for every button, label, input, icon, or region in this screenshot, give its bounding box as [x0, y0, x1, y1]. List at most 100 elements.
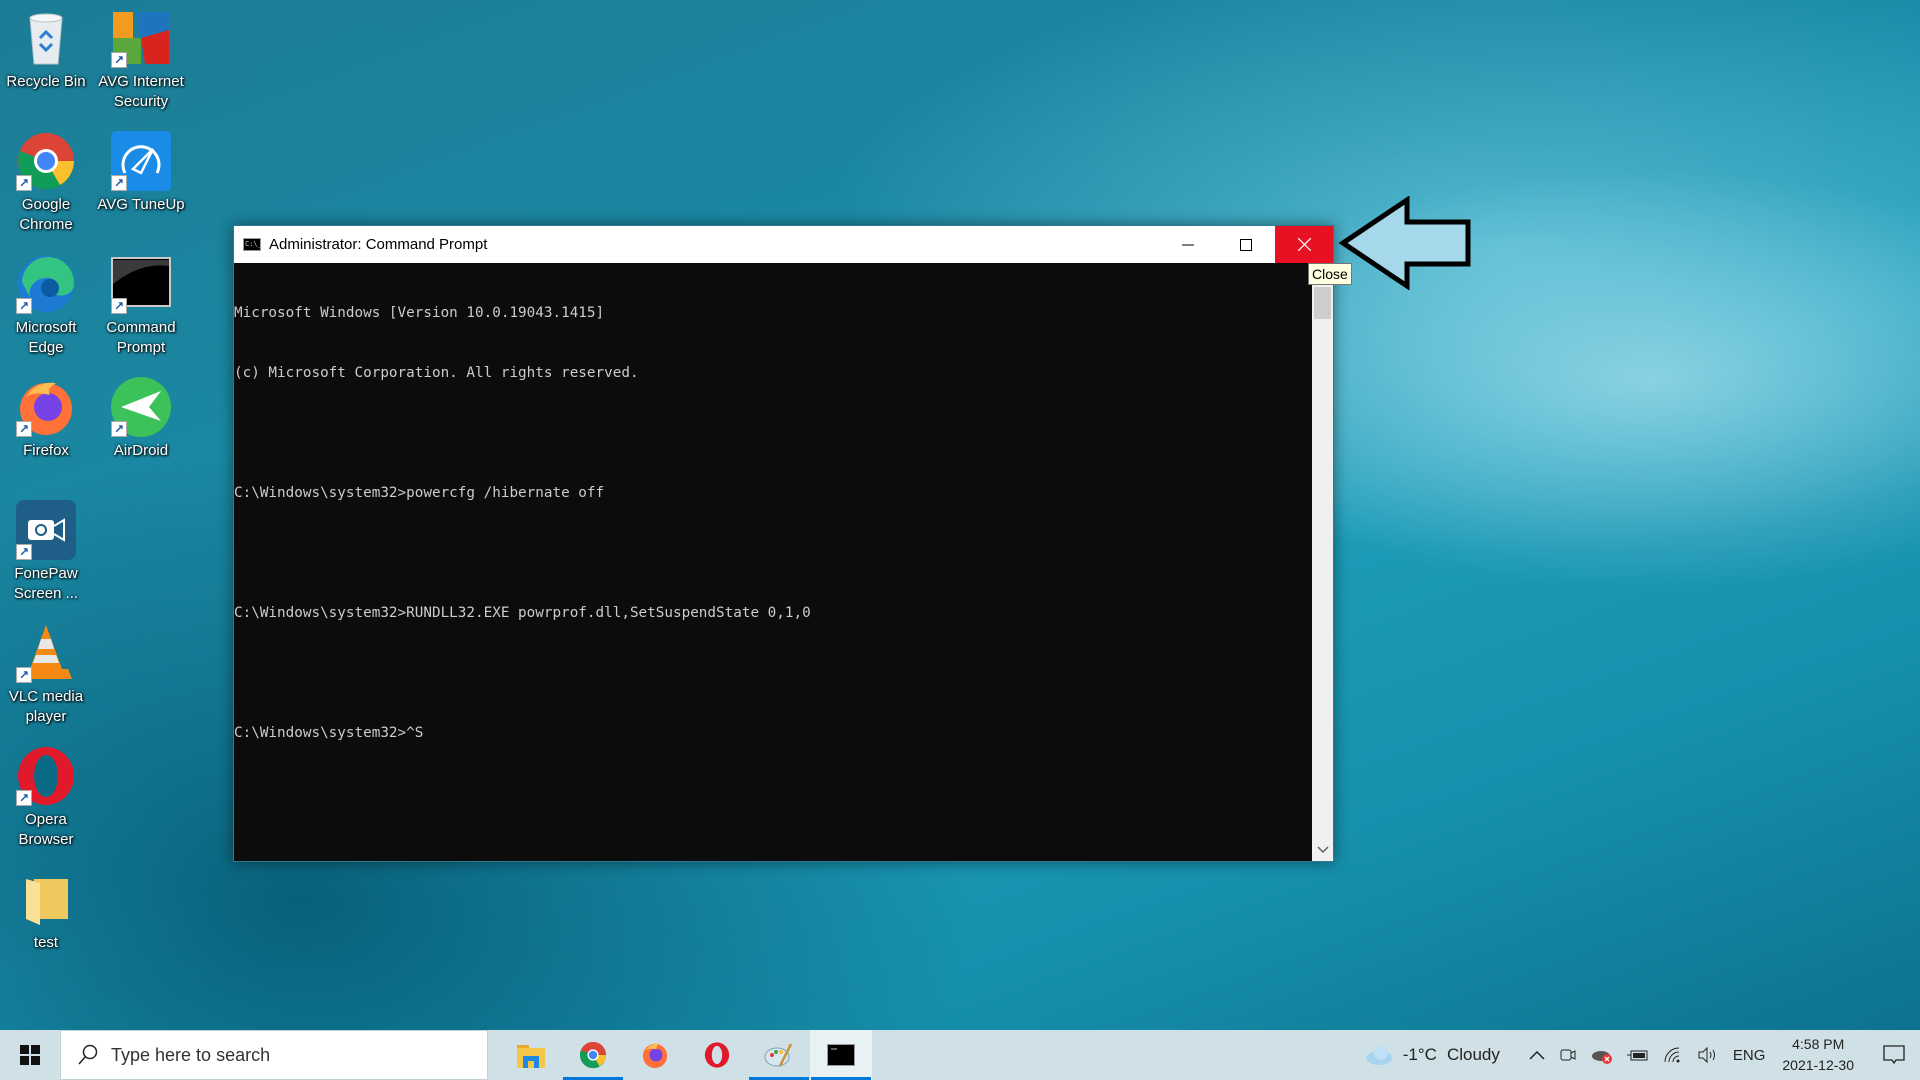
battery-charging-icon [1626, 1050, 1648, 1061]
chevron-down-icon [1316, 846, 1329, 854]
desktop-icon-airdroid[interactable]: ↗ AirDroid [95, 369, 187, 461]
shortcut-arrow-icon: ↗ [111, 421, 127, 437]
chevron-up-icon [1529, 1050, 1545, 1060]
vertical-scrollbar[interactable] [1312, 263, 1333, 861]
cloud-error-icon [1591, 1051, 1612, 1064]
show-hidden-icons-button[interactable] [1529, 1050, 1545, 1060]
shortcut-arrow-icon: ↗ [16, 421, 32, 437]
close-button[interactable] [1275, 226, 1333, 263]
firefox-icon: ↗ [16, 377, 76, 437]
desktop-icon-opera[interactable]: ↗ Opera Browser [0, 738, 92, 850]
desktop-icon-chrome[interactable]: ↗ Google Chrome [0, 123, 92, 235]
desktop-icon-label: VLC media player [8, 688, 84, 725]
onedrive-error-button[interactable] [1591, 1046, 1613, 1064]
desktop-icon-recycle-bin[interactable]: Recycle Bin [0, 0, 92, 92]
command-prompt-icon [827, 1044, 855, 1066]
maximize-icon [1240, 238, 1252, 251]
language-indicator[interactable]: ENG [1733, 1047, 1766, 1064]
cmd-icon: C:\_ [243, 238, 262, 251]
taskbar-app-firefox[interactable] [624, 1030, 686, 1080]
maximize-button[interactable] [1217, 226, 1275, 263]
desktop-icon-label: Command Prompt [106, 319, 176, 356]
clock-time: 4:58 PM [1792, 1036, 1845, 1052]
desktop-icon-fonepaw[interactable]: ↗ FonePaw Screen ... [0, 492, 92, 604]
scrollbar-thumb[interactable] [1314, 287, 1331, 319]
console-line: (c) Microsoft Corporation. All rights re… [234, 365, 639, 381]
weather-widget[interactable]: -1°C Cloudy [1363, 1044, 1500, 1066]
wifi-icon [1664, 1047, 1680, 1063]
desktop-icon-label: AVG Internet Security [98, 73, 184, 110]
taskbar-app-command-prompt[interactable] [810, 1030, 872, 1080]
shortcut-arrow-icon: ↗ [16, 298, 32, 314]
network-button[interactable] [1663, 1046, 1683, 1064]
console-output[interactable]: Microsoft Windows [Version 10.0.19043.14… [234, 263, 1312, 861]
avg-tuneup-icon: ↗ [111, 131, 171, 191]
desktop-icon-command-prompt[interactable]: ↗ Command Prompt [95, 246, 187, 358]
desktop-icon-avg-internet-security[interactable]: ↗ AVG Internet Security [95, 0, 187, 112]
clock-date: 2021-12-30 [1782, 1057, 1854, 1073]
airdroid-icon: ↗ [111, 377, 171, 437]
vlc-icon: ↗ [16, 623, 76, 683]
opera-icon: ↗ [16, 746, 76, 806]
video-camera-icon [1560, 1049, 1576, 1061]
taskbar-app-file-explorer[interactable] [500, 1030, 562, 1080]
weather-temp: -1°C [1402, 1045, 1437, 1064]
search-placeholder: Type here to search [111, 1044, 271, 1065]
volume-button[interactable] [1697, 1046, 1719, 1064]
shortcut-arrow-icon: ↗ [111, 52, 127, 68]
firefox-icon [642, 1043, 668, 1069]
action-center-button[interactable] [1868, 1045, 1920, 1065]
console-prompt-line: C:\Windows\system32>^S [234, 725, 424, 741]
shortcut-arrow-icon: ↗ [16, 175, 32, 191]
speaker-icon [1698, 1046, 1715, 1064]
command-prompt-icon: ↗ [111, 254, 171, 314]
desktop-icon-label: FonePaw Screen ... [13, 565, 79, 602]
desktop-icon-test-folder[interactable]: test [0, 861, 92, 953]
desktop-icon-edge[interactable]: ↗ Microsoft Edge [0, 246, 92, 358]
console-line: C:\Windows\system32>powercfg /hibernate … [234, 485, 605, 501]
avg-internet-security-icon: ↗ [111, 8, 171, 68]
start-button[interactable] [0, 1030, 60, 1080]
windows-start-icon [20, 1045, 40, 1065]
opera-icon [704, 1042, 730, 1068]
desktop-icon-label: Recycle Bin [6, 73, 86, 90]
desktop-icon-label: Google Chrome [19, 196, 73, 233]
desktop-icon-vlc[interactable]: ↗ VLC media player [0, 615, 92, 727]
battery-button[interactable] [1626, 1048, 1649, 1062]
taskbar-app-paint[interactable] [748, 1030, 810, 1080]
command-prompt-window[interactable]: C:\_ Administrator: Command Prompt Micro… [233, 225, 1334, 862]
meet-now-button[interactable] [1559, 1046, 1577, 1064]
shortcut-arrow-icon: ↗ [16, 790, 32, 806]
close-icon [1297, 238, 1311, 251]
desktop-icon-firefox[interactable]: ↗ Firefox [0, 369, 92, 461]
console-line: C:\Windows\system32>RUNDLL32.EXE powrpro… [234, 605, 811, 621]
recycle-bin-icon [16, 8, 76, 68]
folder-icon [16, 869, 76, 929]
chrome-icon [579, 1041, 607, 1069]
system-tray: -1°C Cloudy ENG 4:58 PM 2021-12-30 [1363, 1030, 1920, 1080]
annotation-arrow-icon [1338, 196, 1471, 290]
cloud-icon [1365, 1046, 1392, 1065]
desktop-icon-label: Microsoft Edge [15, 319, 77, 356]
taskbar: Type here to search -1°C Cloudy ENG 4:58… [0, 1030, 1920, 1080]
window-titlebar[interactable]: C:\_ Administrator: Command Prompt [234, 226, 1333, 263]
shortcut-arrow-icon: ↗ [111, 298, 127, 314]
desktop-icon-label: AVG TuneUp [97, 196, 185, 213]
taskbar-search-input[interactable]: Type here to search [60, 1030, 488, 1080]
taskbar-app-opera[interactable] [686, 1030, 748, 1080]
desktop-icon-avg-tuneup[interactable]: ↗ AVG TuneUp [95, 123, 187, 215]
scroll-down-button[interactable] [1312, 843, 1333, 857]
shortcut-arrow-icon: ↗ [111, 175, 127, 191]
fonepaw-icon: ↗ [16, 500, 76, 560]
weather-condition: Cloudy [1446, 1045, 1500, 1064]
desktop-icon-label: AirDroid [113, 442, 169, 459]
taskbar-apps [500, 1030, 872, 1080]
taskbar-app-chrome[interactable] [562, 1030, 624, 1080]
minimize-button[interactable] [1159, 226, 1217, 263]
clock[interactable]: 4:58 PM 2021-12-30 [1782, 1034, 1854, 1076]
file-explorer-icon [517, 1045, 545, 1068]
chrome-icon: ↗ [16, 131, 76, 191]
search-icon [78, 1044, 98, 1065]
